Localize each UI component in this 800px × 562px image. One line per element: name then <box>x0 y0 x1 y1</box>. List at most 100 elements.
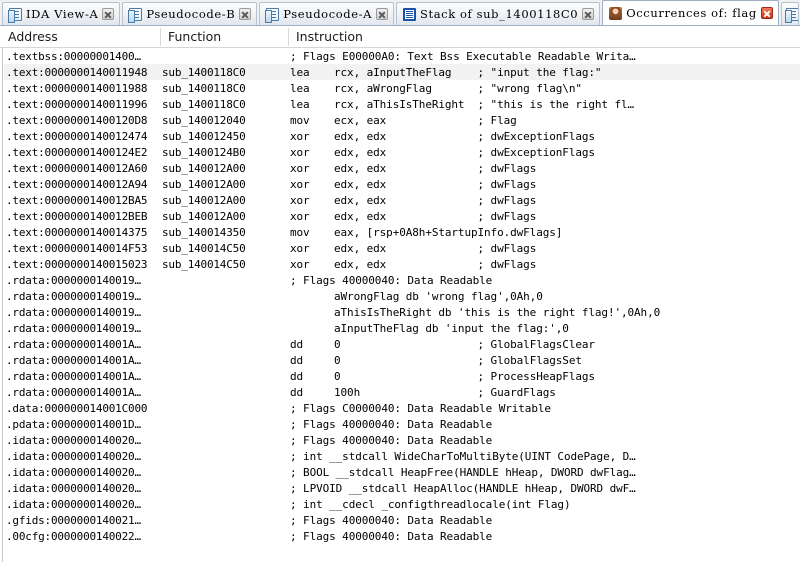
tab-pseudocode-a[interactable]: Pseudocode-A <box>259 2 395 25</box>
instruction-mnemonic: dd <box>290 353 304 367</box>
comment-spacer <box>451 66 477 79</box>
instruction-comment: ; Flags C0000040: Data Readable Writable <box>290 401 551 415</box>
instruction-comment: ; GuardFlags <box>477 385 556 399</box>
instruction-operands: edx, edx <box>334 257 387 271</box>
cell-instruction: mov ecx, eax ; Flag <box>288 114 800 127</box>
cell-address: .text:0000000140011988 <box>6 81 148 95</box>
instruction-operands: edx, edx <box>334 193 387 207</box>
cell-function: sub_140012A00 <box>162 193 246 207</box>
cell-instruction: xor edx, edx ; dwFlags <box>288 242 800 255</box>
instruction-comment: ; dwFlags <box>477 241 537 255</box>
table-row[interactable]: .rdata:0000000140019… aThisIsTheRight db … <box>4 304 800 320</box>
cell-instruction: lea rcx, aWrongFlag ; "wrong flag\n" <box>288 82 800 95</box>
cell-instruction: ; Flags E00000A0: Text Bss Executable Re… <box>288 50 800 63</box>
cell-instruction: ; int __stdcall WideCharToMultiByte(UINT… <box>288 450 800 463</box>
close-icon[interactable] <box>760 7 773 19</box>
instruction-operands: eax, [rsp+0A8h+StartupInfo.dwFlags] <box>334 225 563 239</box>
close-icon[interactable] <box>102 8 115 20</box>
tab-pseudocode-b[interactable]: Pseudocode-B <box>122 2 258 25</box>
column-header-address[interactable]: Address <box>0 26 160 47</box>
table-header: Address Function Instruction <box>0 26 800 48</box>
table-row[interactable]: .text:0000000140014375 sub_140014350 mov ea… <box>4 224 800 240</box>
table-row[interactable]: .rdata:000000014001A… dd 0 ; GlobalFlagsCl… <box>4 336 800 352</box>
comment-spacer <box>386 258 477 271</box>
table-row[interactable]: .text:0000000140011948 sub_1400118C0 lea rc… <box>4 64 800 80</box>
instruction-mnemonic: dd <box>290 385 304 399</box>
table-row[interactable]: .gfids:0000000140021… ; Flags 40000040: D… <box>4 512 800 528</box>
cell-address: .text:0000000140012474 <box>6 129 148 143</box>
table-row[interactable]: .text:0000000140015023 sub_140014C50 xor ed… <box>4 256 800 272</box>
cell-address: .rdata:000000014001A… <box>6 385 141 399</box>
instruction-comment: ; Flags 40000040: Data Readable <box>290 273 493 287</box>
column-header-function[interactable]: Function <box>160 26 288 47</box>
cell-function: sub_1400118C0 <box>162 81 246 95</box>
table-row[interactable]: .idata:0000000140020… ; int __cdecl _conf… <box>4 496 800 512</box>
table-row[interactable]: .text:00000001400124E2 sub_1400124B0 xor ed… <box>4 144 800 160</box>
cell-instruction: xor edx, edx ; dwFlags <box>288 194 800 207</box>
comment-spacer <box>360 386 477 399</box>
tab-stack-of-sub-1400118c0[interactable]: Stack of sub_1400118C0 <box>396 2 601 25</box>
table-row[interactable]: .text:0000000140011988 sub_1400118C0 lea rc… <box>4 80 800 96</box>
tab-occurrences-of-flag[interactable]: Occurrences of: flag <box>602 0 779 25</box>
cell-instruction: ; Flags 40000040: Data Readable <box>288 514 800 527</box>
table-row[interactable]: .idata:0000000140020… ; Flags 40000040: D… <box>4 432 800 448</box>
tab-ida-view-a[interactable]: IDA View-A <box>2 2 121 25</box>
cell-address: .idata:0000000140020… <box>6 465 141 479</box>
table-row[interactable]: .00cfg:0000000140022… ; Flags 40000040: D… <box>4 528 800 544</box>
instruction-comment: ; ProcessHeapFlags <box>477 369 596 383</box>
cell-instruction: xor edx, edx ; dwFlags <box>288 210 800 223</box>
cell-function: sub_140012A00 <box>162 209 246 223</box>
table-row[interactable]: .textbss:00000001400… ; Flags E00000A0: T… <box>4 48 800 64</box>
cell-address: .rdata:0000000140019… <box>6 305 141 319</box>
instruction-mnemonic: xor <box>290 129 310 143</box>
table-row[interactable]: .text:0000000140012A60 sub_140012A00 xor ed… <box>4 160 800 176</box>
column-header-instruction[interactable]: Instruction <box>288 26 800 47</box>
close-icon[interactable] <box>376 8 389 20</box>
cell-address: .text:0000000140012BA5 <box>6 193 148 207</box>
instruction-mnemonic: lea <box>290 97 310 111</box>
comment-spacer <box>386 130 477 143</box>
instruction-comment: ; dwFlags <box>477 257 537 271</box>
results-row-list[interactable]: .textbss:00000001400… ; Flags E00000A0: T… <box>0 48 800 562</box>
table-row[interactable]: .text:0000000140014F53 sub_140014C50 xor ed… <box>4 240 800 256</box>
table-row[interactable]: .text:0000000140012474 sub_140012450 xor ed… <box>4 128 800 144</box>
table-row[interactable]: .rdata:0000000140019… ; Flags 40000040: D… <box>4 272 800 288</box>
instruction-comment: ; dwFlags <box>477 177 537 191</box>
instruction-mnemonic: xor <box>290 193 310 207</box>
instruction-mnemonic: lea <box>290 65 310 79</box>
table-row[interactable]: .rdata:000000014001A… dd 100h ; GuardFlags <box>4 384 800 400</box>
instruction-operands: edx, edx <box>334 209 387 223</box>
close-icon[interactable] <box>582 8 595 20</box>
table-row[interactable]: .text:0000000140011996 sub_1400118C0 lea rc… <box>4 96 800 112</box>
cell-instruction: ; Flags C0000040: Data Readable Writable <box>288 402 800 415</box>
cell-instruction: ; LPVOID __stdcall HeapAlloc(HANDLE hHea… <box>288 482 800 495</box>
tab-label: IDA View-A <box>26 7 99 21</box>
table-row[interactable]: .text:0000000140012A94 sub_140012A00 xor ed… <box>4 176 800 192</box>
table-row[interactable]: .idata:0000000140020… ; LPVOID __stdcall … <box>4 480 800 496</box>
table-row[interactable]: .rdata:0000000140019… aInputTheFlag db 'i… <box>4 320 800 336</box>
close-icon[interactable] <box>239 8 252 20</box>
cell-instruction: aThisIsTheRight db 'this is the right fl… <box>288 306 800 319</box>
stack-icon <box>403 7 417 21</box>
table-row[interactable]: .pdata:000000014001D… ; Flags 40000040: D… <box>4 416 800 432</box>
document-icon <box>784 7 798 23</box>
table-row[interactable]: .rdata:0000000140019… aWrongFlag db 'wron… <box>4 288 800 304</box>
cell-instruction: ; Flags 40000040: Data Readable <box>288 274 800 287</box>
instruction-operands: edx, edx <box>334 177 387 191</box>
table-row[interactable]: .data:000000014001C000 ; Flags C0000040: … <box>4 400 800 416</box>
table-row[interactable]: .text:00000001400120D8 sub_140012040 mov ec… <box>4 112 800 128</box>
table-row[interactable]: .rdata:000000014001A… dd 0 ; GlobalFlagsSe… <box>4 352 800 368</box>
table-row[interactable]: .idata:0000000140020… ; BOOL __stdcall He… <box>4 464 800 480</box>
table-row[interactable]: .rdata:000000014001A… dd 0 ; ProcessHeapFl… <box>4 368 800 384</box>
cell-function: sub_1400118C0 <box>162 65 246 79</box>
instruction-comment: ; dwExceptionFlags <box>477 145 596 159</box>
instruction-comment: ; "this is the right fl… <box>477 97 635 111</box>
instruction-comment: ; dwFlags <box>477 209 537 223</box>
tab-overflow-partial[interactable] <box>780 2 799 25</box>
table-row[interactable]: .text:0000000140012BA5 sub_140012A00 xor ed… <box>4 192 800 208</box>
instruction-operands: edx, edx <box>334 129 387 143</box>
table-row[interactable]: .text:0000000140012BEB sub_140012A00 xor ed… <box>4 208 800 224</box>
cell-instruction: xor edx, edx ; dwFlags <box>288 162 800 175</box>
instruction-comment: ; GlobalFlagsSet <box>477 353 582 367</box>
table-row[interactable]: .idata:0000000140020… ; int __stdcall Wid… <box>4 448 800 464</box>
